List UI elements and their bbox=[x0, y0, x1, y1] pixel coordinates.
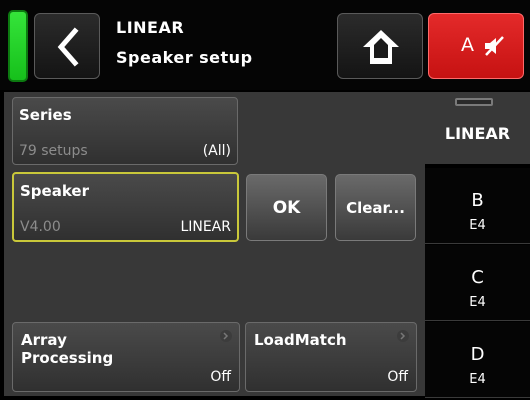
speaker-mute-icon bbox=[485, 36, 504, 56]
loadmatch-tile[interactable]: LoadMatch Off bbox=[245, 322, 417, 392]
channel-speaker-type: E4 bbox=[469, 372, 486, 387]
channel-tab-b[interactable]: B E4 bbox=[425, 168, 530, 244]
array-processing-label-line1: Array bbox=[21, 331, 67, 349]
input-level-meter bbox=[8, 10, 28, 82]
speaker-version: V4.00 bbox=[20, 219, 61, 235]
series-count: 79 setups bbox=[19, 143, 88, 159]
series-value: (All) bbox=[202, 143, 231, 159]
clear-button[interactable]: Clear... bbox=[335, 174, 416, 241]
speaker-value: LINEAR bbox=[180, 219, 231, 235]
series-label: Series bbox=[19, 106, 72, 124]
page-subtitle: Speaker setup bbox=[116, 48, 253, 67]
channel-letter: B bbox=[471, 190, 484, 211]
chevron-right-icon bbox=[220, 330, 232, 342]
array-processing-label: Array Processing bbox=[21, 331, 113, 367]
ok-button[interactable]: OK bbox=[246, 174, 327, 241]
speaker-label: Speaker bbox=[20, 182, 89, 200]
chevron-right-icon bbox=[397, 330, 409, 342]
channel-tab-d[interactable]: D E4 bbox=[425, 322, 530, 398]
home-button[interactable] bbox=[337, 13, 423, 79]
speaker-selector[interactable]: Speaker V4.00 LINEAR bbox=[12, 172, 239, 242]
chevron-left-icon bbox=[57, 27, 79, 67]
home-icon bbox=[363, 30, 399, 64]
back-button[interactable] bbox=[34, 13, 100, 79]
loadmatch-value: Off bbox=[387, 369, 408, 385]
channel-speaker-type: E4 bbox=[469, 218, 486, 233]
channel-letter: C bbox=[471, 267, 484, 288]
channel-selected-label: LINEAR bbox=[444, 124, 511, 143]
array-processing-tile[interactable]: Array Processing Off bbox=[12, 322, 240, 392]
series-selector[interactable]: Series 79 setups (All) bbox=[12, 97, 238, 165]
channel-speaker-type: E4 bbox=[469, 295, 486, 310]
channel-letter: D bbox=[470, 344, 485, 365]
page-title: LINEAR bbox=[116, 18, 185, 37]
array-processing-value: Off bbox=[210, 369, 231, 385]
loadmatch-label: LoadMatch bbox=[254, 331, 347, 349]
channel-a-label: A bbox=[461, 34, 474, 56]
channel-tab-selected[interactable]: LINEAR bbox=[425, 92, 530, 164]
array-processing-label-line2: Processing bbox=[21, 349, 114, 367]
channel-a-mute-button[interactable]: A bbox=[428, 13, 524, 79]
channel-indicator-icon bbox=[455, 98, 493, 106]
channel-tab-c[interactable]: C E4 bbox=[425, 245, 530, 321]
